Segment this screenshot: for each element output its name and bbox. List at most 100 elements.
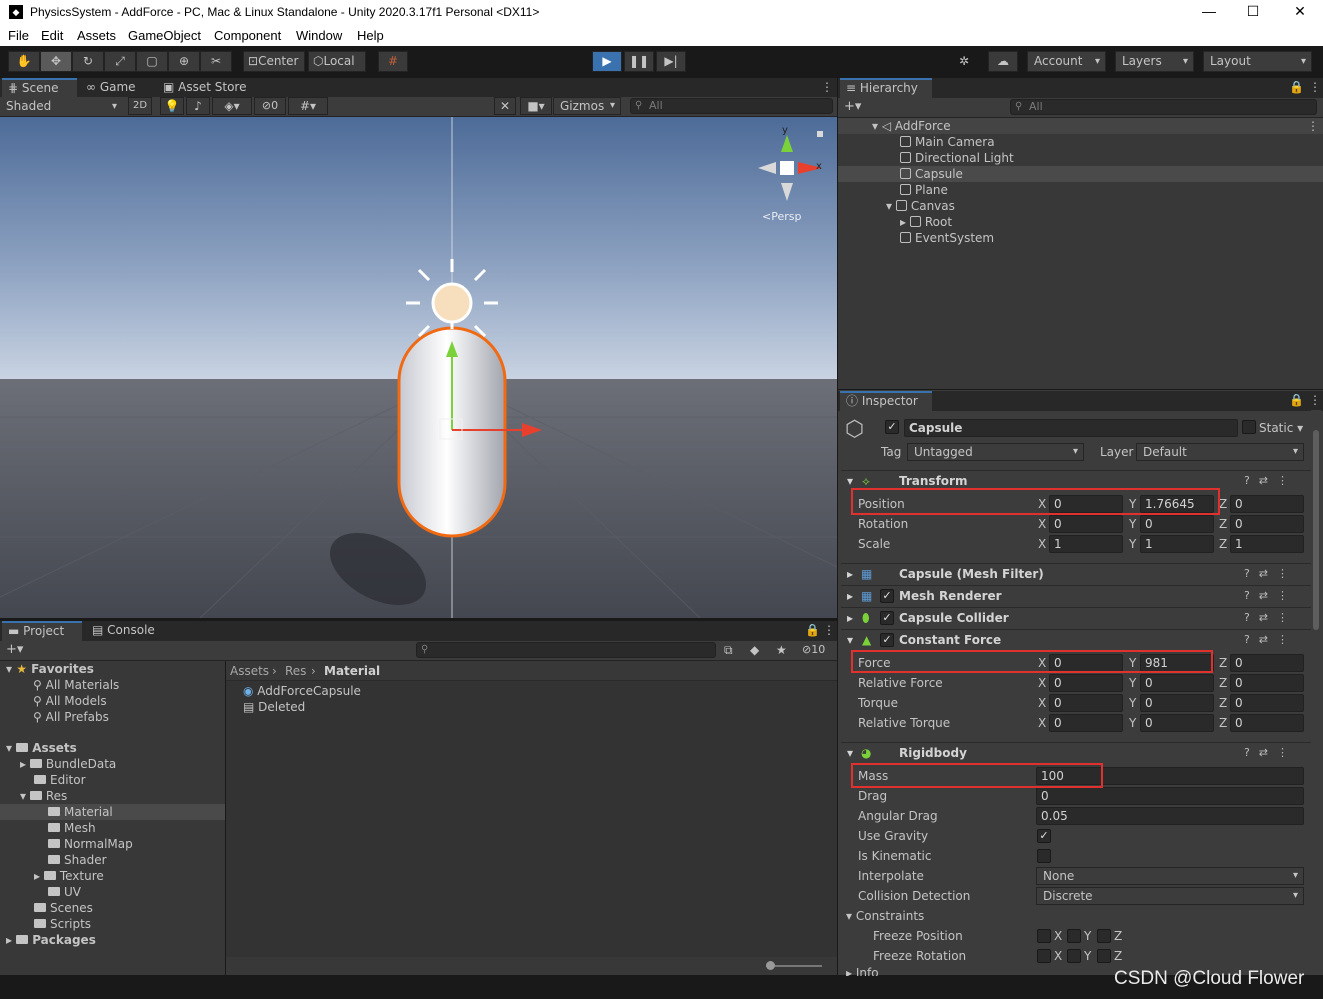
- component-help-settings-icons[interactable]: ?⇄⋮: [1244, 586, 1297, 606]
- asset-item[interactable]: ◉ AddForceCapsule: [243, 683, 361, 699]
- constant-force-header[interactable]: ▾ ▲ ✓ Constant Force ?⇄⋮: [841, 629, 1311, 650]
- scene-root[interactable]: ▾ ◁ AddForce: [872, 118, 951, 134]
- hierarchy-item[interactable]: Plane: [900, 182, 948, 198]
- z-field[interactable]: 0: [1230, 694, 1304, 712]
- tab-project[interactable]: ▬ Project: [2, 621, 82, 641]
- rect-tool-icon[interactable]: ▢: [136, 51, 168, 72]
- z-field[interactable]: 0: [1230, 654, 1304, 672]
- component-enabled-checkbox[interactable]: ✓: [880, 589, 894, 603]
- static-label[interactable]: Static ▾: [1259, 418, 1303, 438]
- grid-toggle-icon[interactable]: #▾: [288, 97, 328, 115]
- interpolate-dropdown[interactable]: None: [1036, 867, 1304, 885]
- pivot-center-button[interactable]: ⊡Center: [243, 51, 305, 72]
- inspector-lock-icon[interactable]: 🔒: [1283, 391, 1304, 411]
- folder-item[interactable]: NormalMap: [48, 836, 133, 852]
- lighting-icon[interactable]: 💡: [160, 97, 184, 115]
- hidden-objects-toggle[interactable]: ⊘0: [254, 97, 286, 115]
- z-field[interactable]: 0: [1230, 495, 1304, 513]
- effects-icon[interactable]: ◈▾: [212, 97, 252, 115]
- create-plus-icon[interactable]: +▾: [844, 99, 861, 114]
- x-field[interactable]: 0: [1049, 714, 1123, 732]
- project-lock-icon[interactable]: 🔒: [799, 621, 820, 641]
- favorite-item[interactable]: ⚲ All Materials: [33, 677, 119, 693]
- hierarchy-item[interactable]: Directional Light: [900, 150, 1014, 166]
- freeze-x-checkbox[interactable]: [1037, 949, 1051, 963]
- rigidbody-header[interactable]: ▾ ◕ Rigidbody ?⇄⋮: [841, 742, 1311, 763]
- z-field[interactable]: 0: [1230, 714, 1304, 732]
- cloud-icon[interactable]: ☁: [988, 51, 1018, 72]
- search-by-label-icon[interactable]: ◆: [750, 643, 759, 657]
- y-field[interactable]: 0: [1140, 714, 1214, 732]
- collab-icon[interactable]: ✲: [950, 51, 978, 72]
- static-checkbox[interactable]: [1242, 420, 1256, 434]
- panel-menu-icon[interactable]: ⋮: [815, 78, 833, 98]
- tag-dropdown[interactable]: Untagged: [907, 443, 1084, 461]
- x-field[interactable]: 1: [1049, 535, 1123, 553]
- hierarchy-item[interactable]: EventSystem: [900, 230, 994, 246]
- folder-item[interactable]: ▸ BundleData: [20, 756, 116, 772]
- layout-dropdown[interactable]: Layout: [1203, 51, 1312, 72]
- tab-game[interactable]: ∞ Game: [80, 78, 152, 98]
- layers-dropdown[interactable]: Layers: [1115, 51, 1194, 72]
- y-field[interactable]: 0: [1140, 694, 1214, 712]
- 2d-toggle[interactable]: 2D: [128, 97, 152, 115]
- favorite-item[interactable]: ⚲ All Prefabs: [33, 709, 109, 725]
- z-field[interactable]: 1: [1230, 535, 1304, 553]
- folder-item[interactable]: Shader: [48, 852, 107, 868]
- move-tool-icon[interactable]: ✥: [40, 51, 72, 72]
- folder-item[interactable]: Scripts: [34, 916, 91, 932]
- favorites-foldout[interactable]: ▾ ★ Favorites: [6, 661, 94, 677]
- menu-component[interactable]: Component: [214, 28, 281, 43]
- info-foldout[interactable]: ▸ Info: [846, 966, 879, 976]
- y-field[interactable]: 0: [1140, 515, 1214, 533]
- favorite-item[interactable]: ⚲ All Models: [33, 693, 107, 709]
- component-help-settings-icons[interactable]: ?⇄⋮: [1244, 630, 1297, 650]
- component-enabled-checkbox[interactable]: ✓: [880, 633, 894, 647]
- shading-mode-dropdown[interactable]: Shaded: [0, 97, 122, 116]
- pause-button[interactable]: ❚❚: [624, 51, 654, 72]
- breadcrumb-item[interactable]: Res: [285, 664, 306, 678]
- x-field[interactable]: 0: [1049, 515, 1123, 533]
- icon-size-slider-handle[interactable]: [766, 961, 775, 970]
- inspector-menu-icon[interactable]: ⋮: [1303, 391, 1321, 411]
- z-field[interactable]: 0: [1230, 674, 1304, 692]
- tab-inspector[interactable]: ⓘ Inspector: [840, 391, 932, 411]
- menu-assets[interactable]: Assets: [77, 28, 116, 43]
- active-checkbox[interactable]: ✓: [885, 420, 899, 434]
- assets-foldout[interactable]: ▾ Assets: [6, 740, 77, 756]
- tab-console[interactable]: ▤ Console: [86, 621, 166, 641]
- grid-snap-icon[interactable]: #: [378, 51, 408, 72]
- hand-tool-icon[interactable]: ✋: [8, 51, 40, 72]
- minimize-button[interactable]: —: [1186, 0, 1232, 24]
- menu-help[interactable]: Help: [357, 28, 384, 43]
- folder-item[interactable]: UV: [48, 884, 81, 900]
- rotate-tool-icon[interactable]: ↻: [72, 51, 104, 72]
- hierarchy-menu-icon[interactable]: ⋮: [1303, 78, 1321, 98]
- freeze-y-checkbox[interactable]: [1067, 929, 1081, 943]
- freeze-z-checkbox[interactable]: [1097, 949, 1111, 963]
- account-dropdown[interactable]: Account: [1027, 51, 1106, 72]
- menu-gameobject[interactable]: GameObject: [128, 28, 201, 43]
- angular-drag-field[interactable]: 0.05: [1036, 807, 1304, 825]
- inspector-scroll-thumb[interactable]: [1313, 430, 1319, 630]
- folder-item[interactable]: Scenes: [34, 900, 93, 916]
- hidden-packages-toggle[interactable]: ⊘10: [802, 643, 825, 656]
- y-field[interactable]: 0: [1140, 674, 1214, 692]
- search-by-type-icon[interactable]: ⧉: [724, 643, 733, 658]
- freeze-x-checkbox[interactable]: [1037, 929, 1051, 943]
- constraints-foldout[interactable]: ▾ Constraints: [846, 906, 924, 926]
- scene-menu-icon[interactable]: ⋮: [1307, 118, 1319, 134]
- use-gravity-checkbox[interactable]: ✓: [1037, 829, 1051, 843]
- menu-file[interactable]: File: [8, 28, 29, 43]
- freeze-y-checkbox[interactable]: [1067, 949, 1081, 963]
- folder-item[interactable]: ▸ Texture: [34, 868, 104, 884]
- hierarchy-item[interactable]: ▾ Canvas: [886, 198, 955, 214]
- camera-icon[interactable]: ■▾: [520, 97, 552, 115]
- asset-item[interactable]: ▤ Deleted: [243, 699, 305, 715]
- play-button[interactable]: ▶: [592, 51, 622, 72]
- folder-item[interactable]: ▾ Res: [20, 788, 67, 804]
- project-create-plus-icon[interactable]: +▾: [6, 642, 23, 657]
- projection-label[interactable]: <Persp: [762, 210, 801, 223]
- custom-tool-icon[interactable]: ✂: [200, 51, 232, 72]
- inspector-scrollbar[interactable]: [1311, 410, 1321, 975]
